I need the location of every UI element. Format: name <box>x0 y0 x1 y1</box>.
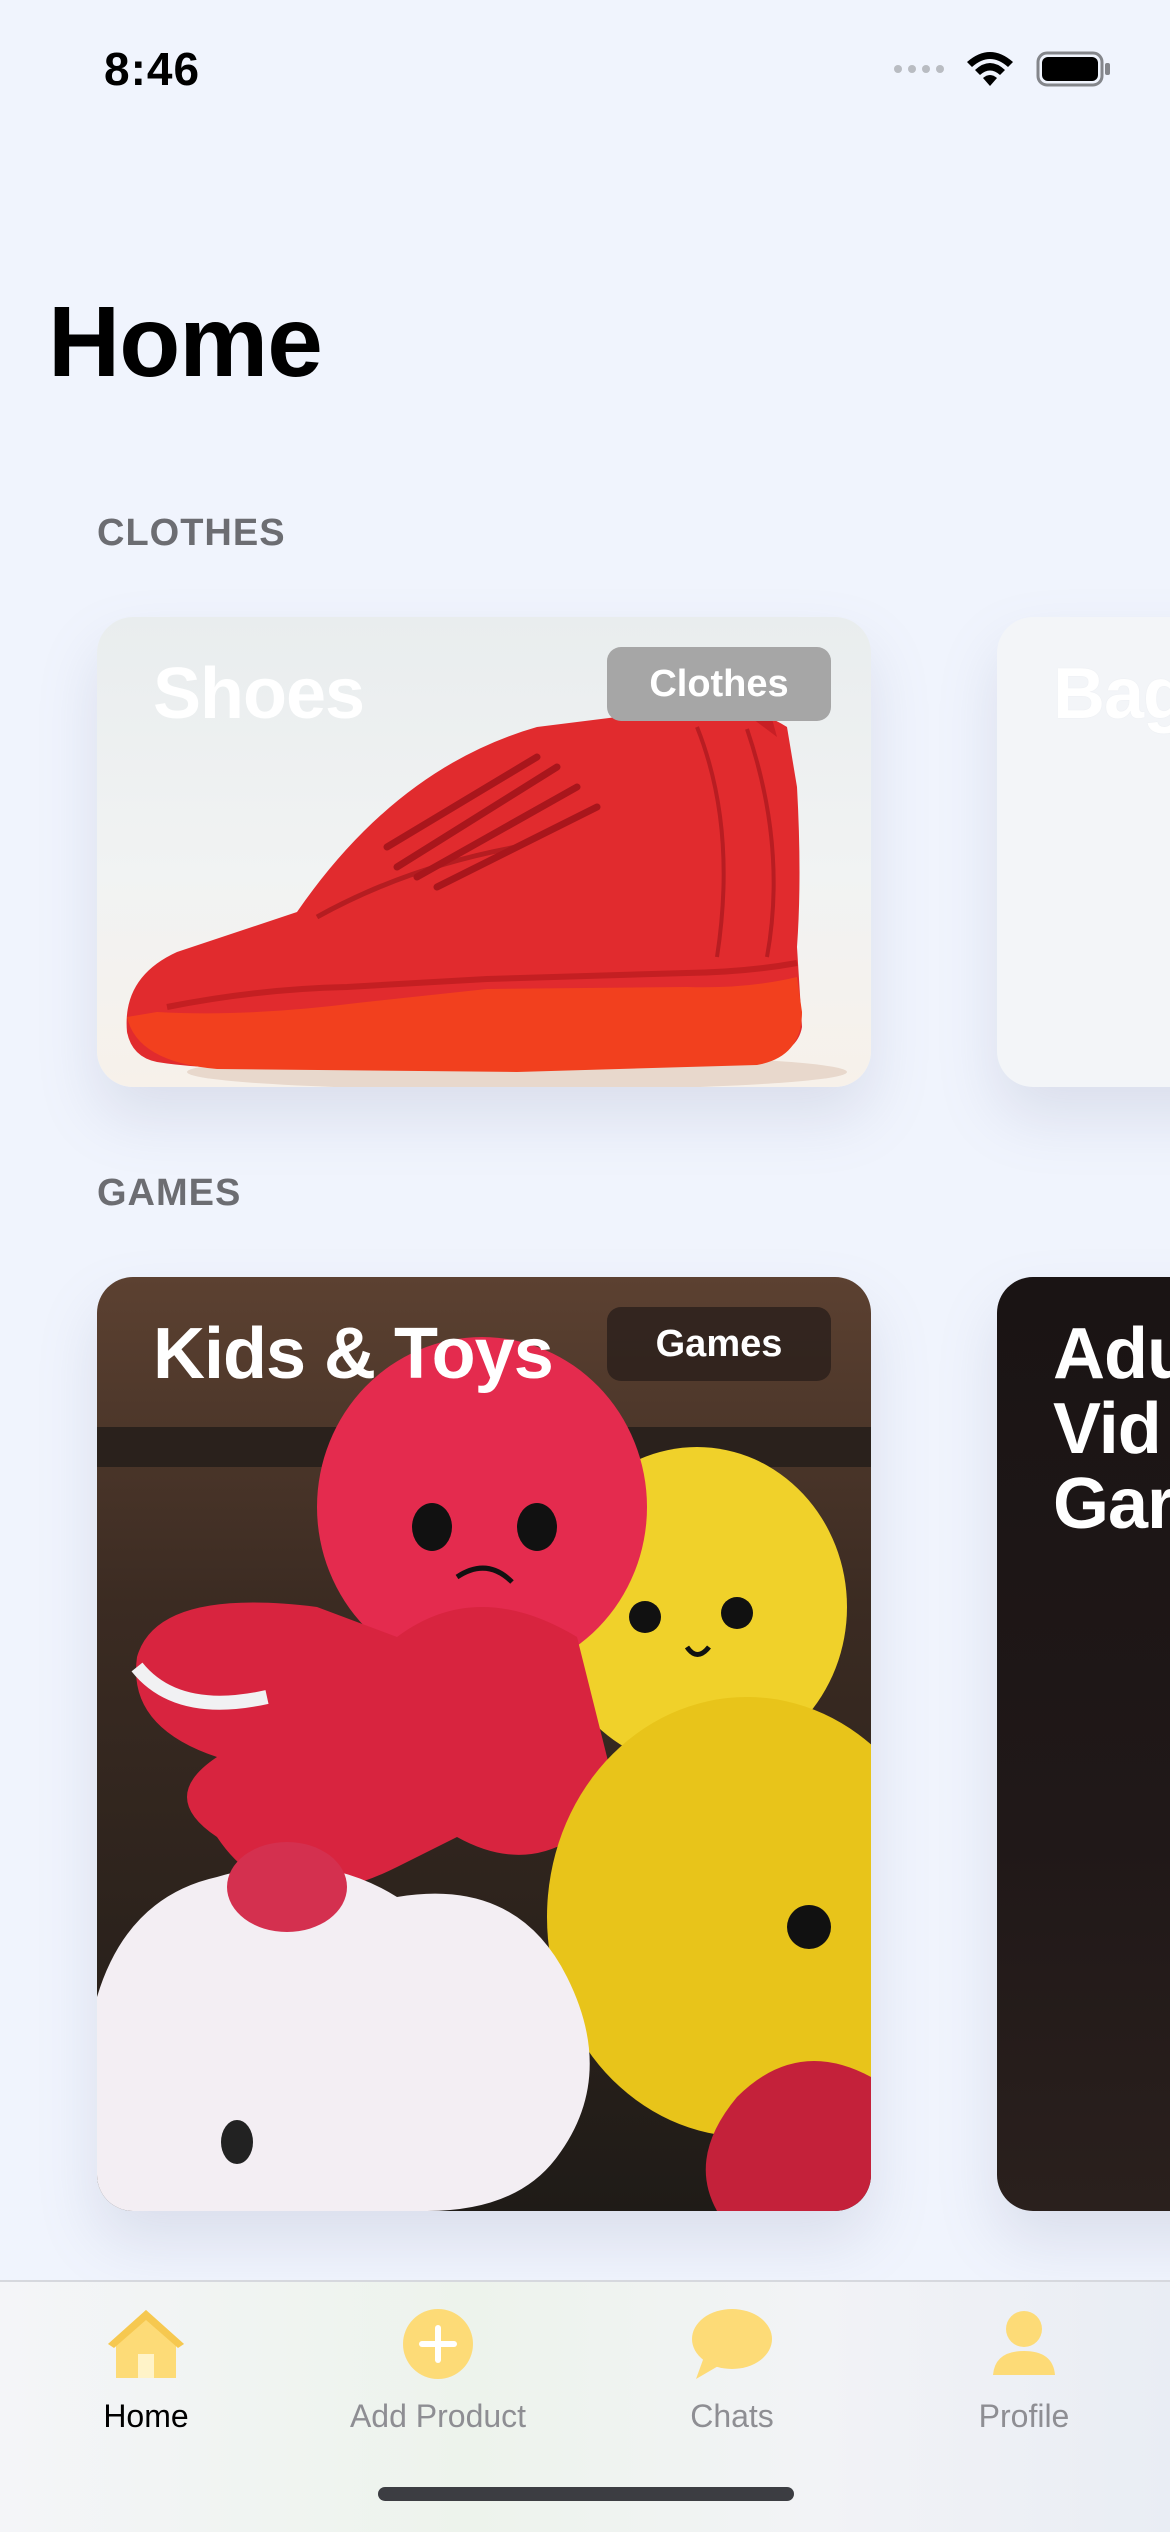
cellular-signal-icon <box>894 65 944 73</box>
tab-home[interactable]: Home <box>16 2304 276 2435</box>
page-title: Home <box>48 286 323 398</box>
section-label-clothes: CLOTHES <box>97 512 286 554</box>
tab-label-home: Home <box>103 2398 189 2434</box>
category-card-shoes[interactable]: Shoes Clothes <box>97 617 871 1087</box>
category-card-kids-toys[interactable]: Kids & Toys Games <box>97 1277 871 2211</box>
category-card-adult-video-games[interactable]: Adu Vid Gar <box>997 1277 1170 2211</box>
tab-add-product[interactable]: Add Product <box>308 2304 568 2435</box>
status-icons <box>894 50 1112 88</box>
card-badge-clothes: Clothes <box>607 647 831 721</box>
plus-circle-icon <box>393 2304 483 2384</box>
tab-chats[interactable]: Chats <box>602 2304 862 2435</box>
card-title-kids-toys: Kids & Toys <box>153 1314 554 1394</box>
card-title-adult-video-games: Adu Vid Gar <box>1053 1314 1170 1544</box>
section-label-games: GAMES <box>97 1172 242 1214</box>
status-time: 8:46 <box>104 43 201 95</box>
card-badge-games: Games <box>607 1307 831 1381</box>
category-card-bag[interactable]: Bag <box>997 617 1170 1087</box>
wifi-icon <box>967 52 1013 86</box>
house-icon <box>101 2304 191 2384</box>
screen: 8:46 Home CLOTHES Shoes Clothes Bag GAME… <box>0 0 1170 2532</box>
chat-bubble-icon <box>687 2304 777 2384</box>
home-indicator[interactable] <box>378 2487 794 2501</box>
tab-label-profile: Profile <box>978 2398 1070 2434</box>
person-icon <box>979 2304 1069 2384</box>
plush-toys-image <box>97 1337 871 2211</box>
card-title-shoes: Shoes <box>153 654 365 734</box>
battery-icon <box>1036 51 1110 87</box>
tab-label-add-product: Add Product <box>349 2398 527 2434</box>
card-title-bag: Bag <box>1053 654 1170 734</box>
tab-profile[interactable]: Profile <box>894 2304 1154 2435</box>
tab-label-chats: Chats <box>690 2398 774 2434</box>
